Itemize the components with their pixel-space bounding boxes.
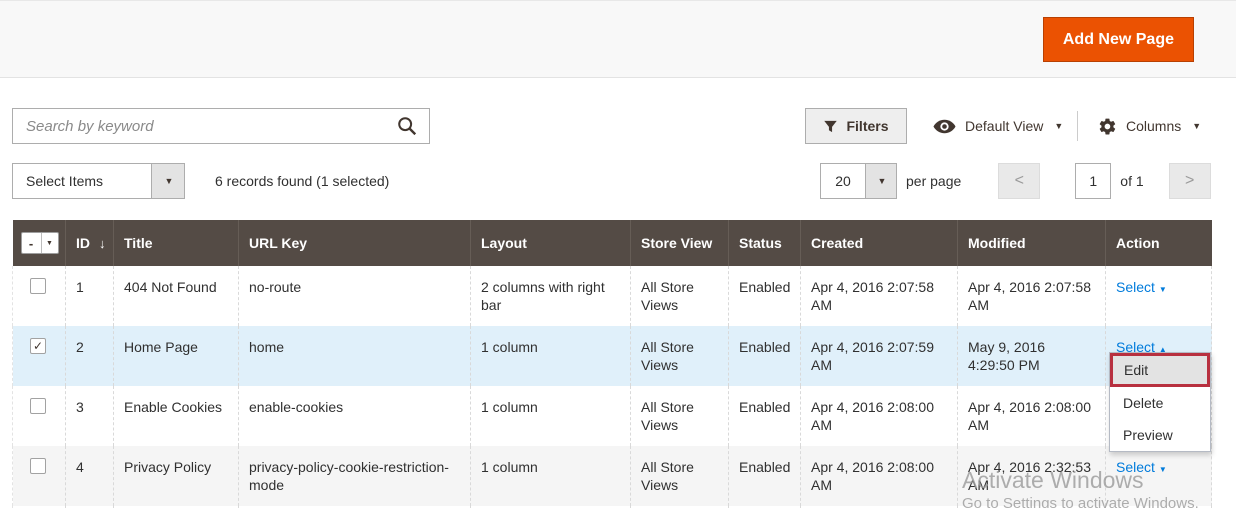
cell-status: Enabled xyxy=(729,446,801,506)
default-view-label: Default View xyxy=(965,118,1043,134)
chevron-down-icon: ▼ xyxy=(165,176,174,186)
cell-id: 4 xyxy=(66,446,114,506)
menu-item-delete[interactable]: Delete xyxy=(1110,387,1210,419)
page-header-band: Add New Page xyxy=(0,0,1236,78)
per-page-value[interactable]: 20 xyxy=(820,163,866,199)
per-page-label: per page xyxy=(906,173,961,189)
cell-url-key: enable-cookies xyxy=(239,386,471,446)
cell-id: 3 xyxy=(66,386,114,446)
filters-button[interactable]: Filters xyxy=(805,108,907,144)
chevron-down-icon: ▼ xyxy=(1159,285,1167,294)
pagination-bar: 20 ▼ per page < of 1 > xyxy=(820,163,1211,199)
cell-url-key: home xyxy=(239,326,471,386)
column-header-created[interactable]: Created xyxy=(801,220,958,266)
cell-layout: 1 column xyxy=(471,446,631,506)
chevron-down-icon: ▼ xyxy=(42,240,58,247)
per-page-caret-button[interactable]: ▼ xyxy=(866,163,897,199)
cell-modified: Apr 4, 2016 2:08:00 AM xyxy=(958,386,1106,446)
select-all-dropdown[interactable]: - ▼ xyxy=(21,232,59,254)
row-checkbox[interactable] xyxy=(30,278,46,294)
cell-store-view: All Store Views xyxy=(631,266,729,326)
mass-action-select[interactable]: Select Items ▼ xyxy=(12,163,185,199)
row-checkbox[interactable] xyxy=(30,398,46,414)
activate-windows-watermark: Activate Windows xyxy=(962,467,1144,494)
cell-title: Home Page xyxy=(114,326,239,386)
menu-item-edit[interactable]: Edit xyxy=(1110,353,1210,387)
select-items-label: Select Items xyxy=(12,163,152,199)
cell-modified: May 9, 2016 4:29:50 PM xyxy=(958,326,1106,386)
gear-icon xyxy=(1098,117,1117,136)
cell-layout: 2 columns with right bar xyxy=(471,266,631,326)
cell-created: Apr 4, 2016 2:08:00 AM xyxy=(801,446,958,506)
select-items-caret-button[interactable]: ▼ xyxy=(152,163,185,199)
total-pages-label: of 1 xyxy=(1120,173,1143,189)
search-icon[interactable] xyxy=(388,112,426,140)
indeterminate-checkbox-icon: - xyxy=(22,236,41,251)
row-checkbox[interactable] xyxy=(30,458,46,474)
cell-url-key: no-route xyxy=(239,266,471,326)
cms-pages-table: - ▼ ID↓ Title URL Key Layout Store View … xyxy=(12,220,1212,508)
chevron-down-icon: ▼ xyxy=(878,176,887,186)
column-header-status[interactable]: Status xyxy=(729,220,801,266)
menu-item-preview[interactable]: Preview xyxy=(1110,419,1210,451)
column-header-url-key[interactable]: URL Key xyxy=(239,220,471,266)
chevron-left-icon: < xyxy=(1015,172,1024,190)
column-header-layout[interactable]: Layout xyxy=(471,220,631,266)
cell-layout: 1 column xyxy=(471,326,631,386)
cell-title: 404 Not Found xyxy=(114,266,239,326)
cell-created: Apr 4, 2016 2:08:00 AM xyxy=(801,386,958,446)
cms-pages-grid-screen: Add New Page Filters Default View ▼ C xyxy=(0,0,1236,508)
table-row: 3 Enable Cookies enable-cookies 1 column… xyxy=(13,386,1212,446)
eye-icon xyxy=(933,119,956,134)
column-header-title[interactable]: Title xyxy=(114,220,239,266)
chevron-right-icon: > xyxy=(1185,172,1194,190)
cell-status: Enabled xyxy=(729,386,801,446)
cell-title: Enable Cookies xyxy=(114,386,239,446)
toolbar-divider xyxy=(1077,111,1078,141)
columns-label: Columns xyxy=(1126,118,1181,134)
select-all-header-cell: - ▼ xyxy=(13,220,66,266)
row-action-menu: Edit Delete Preview xyxy=(1109,352,1211,452)
cell-created: Apr 4, 2016 2:07:59 AM xyxy=(801,326,958,386)
cell-store-view: All Store Views xyxy=(631,446,729,506)
filters-label: Filters xyxy=(846,118,888,134)
cell-modified: Apr 4, 2016 2:07:58 AM xyxy=(958,266,1106,326)
cell-id: 2 xyxy=(66,326,114,386)
row-select-action[interactable]: Select▼ xyxy=(1116,279,1167,295)
filter-funnel-icon xyxy=(823,119,838,134)
next-page-button[interactable]: > xyxy=(1169,163,1211,199)
table-header-row: - ▼ ID↓ Title URL Key Layout Store View … xyxy=(13,220,1212,266)
cell-store-view: All Store Views xyxy=(631,386,729,446)
records-summary: 6 records found (1 selected) xyxy=(215,173,389,189)
table-row: 1 404 Not Found no-route 2 columns with … xyxy=(13,266,1212,326)
cell-created: Apr 4, 2016 2:07:58 AM xyxy=(801,266,958,326)
column-header-id[interactable]: ID↓ xyxy=(66,220,114,266)
activate-windows-watermark-subtext: Go to Settings to activate Windows. xyxy=(962,495,1199,508)
row-checkbox-checked[interactable]: ✓ xyxy=(30,338,46,354)
column-header-store-view[interactable]: Store View xyxy=(631,220,729,266)
cell-store-view: All Store Views xyxy=(631,326,729,386)
default-view-dropdown[interactable]: Default View ▼ xyxy=(933,108,1063,144)
table-row-selected: ✓ 2 Home Page home 1 column All Store Vi… xyxy=(13,326,1212,386)
cell-status: Enabled xyxy=(729,266,801,326)
chevron-down-icon: ▼ xyxy=(1192,121,1201,131)
prev-page-button[interactable]: < xyxy=(998,163,1040,199)
cell-status: Enabled xyxy=(729,326,801,386)
current-page-input[interactable] xyxy=(1075,163,1111,199)
cell-url-key: privacy-policy-cookie-restriction-mode xyxy=(239,446,471,506)
column-header-modified[interactable]: Modified xyxy=(958,220,1106,266)
search-input[interactable] xyxy=(12,108,430,144)
chevron-down-icon: ▼ xyxy=(1054,121,1063,131)
sort-desc-icon: ↓ xyxy=(99,236,106,251)
columns-dropdown[interactable]: Columns ▼ xyxy=(1098,108,1201,144)
keyword-search xyxy=(12,108,430,144)
add-new-page-button[interactable]: Add New Page xyxy=(1043,17,1194,62)
cell-layout: 1 column xyxy=(471,386,631,446)
column-header-action: Action xyxy=(1106,220,1212,266)
cell-title: Privacy Policy xyxy=(114,446,239,506)
chevron-down-icon: ▼ xyxy=(1159,465,1167,474)
magnifier-glyph xyxy=(396,115,418,137)
cell-id: 1 xyxy=(66,266,114,326)
